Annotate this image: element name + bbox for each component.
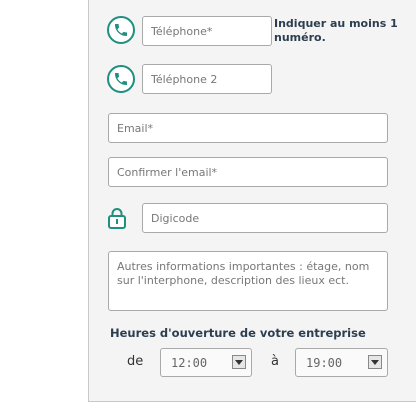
contact-form-panel (88, 0, 416, 402)
phone-icon (107, 65, 135, 93)
opening-hours-title: Heures d'ouverture de votre entreprise (110, 326, 366, 340)
opening-time-select[interactable]: 12:00 (160, 348, 252, 377)
closing-time-value: 19:00 (306, 355, 343, 370)
email-field[interactable]: Email* (108, 113, 388, 143)
to-label: à (271, 354, 279, 369)
closing-time-select[interactable]: 19:00 (295, 348, 388, 377)
phone-icon (107, 16, 135, 44)
opening-time-value: 12:00 (171, 355, 208, 370)
dropdown-arrow-icon[interactable] (232, 355, 246, 369)
phone-field[interactable]: Téléphone* (142, 16, 272, 46)
from-label: de (127, 354, 144, 369)
phone-2-field[interactable]: Téléphone 2 (142, 64, 272, 94)
phone-requirement-note: Indiquer au moins 1 numéro. (274, 17, 398, 44)
lock-icon (108, 207, 126, 229)
confirm-email-field[interactable]: Confirmer l'email* (108, 157, 388, 187)
other-info-textarea[interactable]: Autres informations importantes : étage,… (108, 251, 388, 311)
digicode-field[interactable]: Digicode (142, 203, 388, 233)
dropdown-arrow-icon[interactable] (368, 355, 382, 369)
